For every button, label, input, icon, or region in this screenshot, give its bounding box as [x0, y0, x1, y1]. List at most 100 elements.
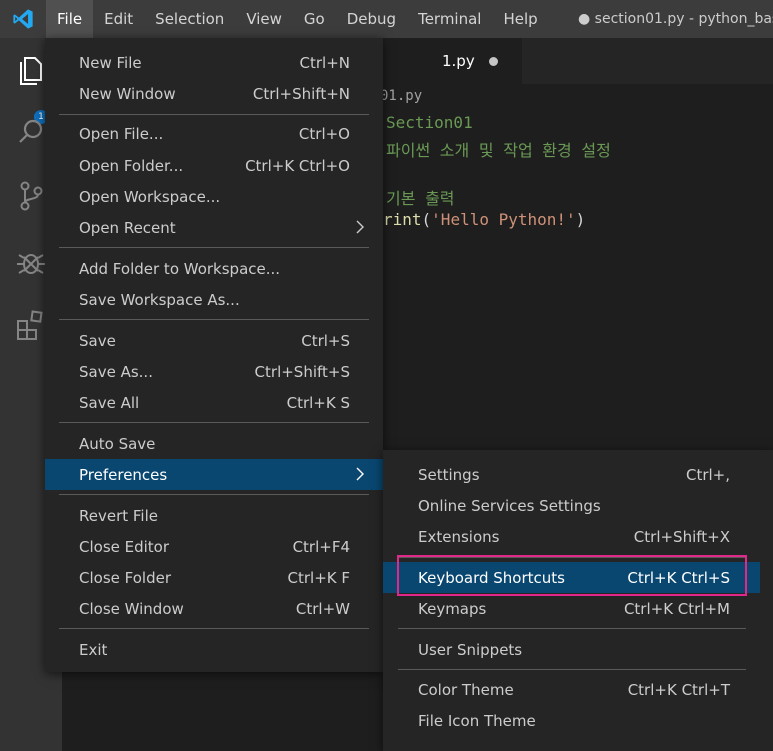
- menu-separator: [59, 319, 369, 320]
- title-bar: File Edit Selection View Go Debug Termin…: [0, 0, 773, 38]
- menu-label: Open Folder...: [79, 156, 184, 175]
- menu-shortcut: Ctrl+O: [298, 124, 350, 143]
- menu-open-workspace[interactable]: Open Workspace...: [45, 181, 383, 212]
- menu-view[interactable]: View: [235, 0, 293, 38]
- menu-preferences[interactable]: Preferences: [45, 459, 383, 490]
- menu-help[interactable]: Help: [492, 0, 548, 38]
- menu-edit[interactable]: Edit: [93, 0, 144, 38]
- menu-label: Online Services Settings: [418, 496, 601, 515]
- menu-shortcut: Ctrl+Shift+X: [633, 527, 730, 546]
- menu-separator: [59, 422, 369, 423]
- tab-label: 1.py: [442, 52, 475, 70]
- menu-label: Keymaps: [418, 599, 487, 618]
- menu-selection[interactable]: Selection: [144, 0, 235, 38]
- menu-shortcut: Ctrl+F4: [292, 537, 350, 556]
- chevron-right-icon: [356, 467, 364, 481]
- menu-shortcut: Ctrl+K Ctrl+O: [245, 156, 350, 175]
- breadcrumb[interactable]: 01.py: [380, 88, 422, 104]
- menu-separator: [398, 669, 746, 670]
- menu-shortcut: Ctrl+Shift+S: [254, 362, 350, 381]
- code-string: 'Hello Python!': [431, 210, 576, 229]
- menu-separator: [59, 628, 369, 629]
- menu-label: Keyboard Shortcuts: [418, 568, 565, 587]
- menu-keyboard-shortcuts[interactable]: Keyboard Shortcuts Ctrl+K Ctrl+S: [383, 562, 760, 593]
- menu-terminal[interactable]: Terminal: [407, 0, 492, 38]
- menu-shortcut: Ctrl+K S: [286, 393, 350, 412]
- menu-open-recent[interactable]: Open Recent: [45, 212, 383, 243]
- menu-shortcut: Ctrl+K F: [287, 568, 351, 587]
- menu-close-folder[interactable]: Close Folder Ctrl+K F: [45, 562, 383, 593]
- menu-close-window[interactable]: Close Window Ctrl+W: [45, 593, 383, 624]
- menu-file[interactable]: File: [46, 0, 94, 38]
- chevron-right-icon: [356, 220, 364, 234]
- menu-label: Save: [79, 331, 116, 350]
- menu-go[interactable]: Go: [293, 0, 336, 38]
- menu-label: New Window: [79, 84, 176, 103]
- menu-label: Save All: [79, 393, 140, 412]
- menu-shortcut: Ctrl+S: [301, 331, 350, 350]
- tab-section01[interactable]: 1.py: [382, 38, 522, 84]
- menu-keymaps[interactable]: Keymaps Ctrl+K Ctrl+M: [383, 593, 760, 624]
- menu-new-window[interactable]: New Window Ctrl+Shift+N: [45, 78, 383, 109]
- source-control-icon[interactable]: [13, 178, 49, 214]
- code-function: rint: [383, 210, 422, 229]
- menu-separator: [59, 494, 369, 495]
- window-title: ● section01.py - python_basi: [578, 11, 773, 27]
- menu-shortcut: Ctrl+K Ctrl+T: [627, 680, 730, 699]
- menu-label: User Snippets: [418, 640, 523, 659]
- menu-label: New File: [79, 53, 142, 72]
- menu-close-editor[interactable]: Close Editor Ctrl+F4: [45, 531, 383, 562]
- menu-label: Exit: [79, 640, 108, 659]
- unsaved-dot-icon[interactable]: [488, 56, 498, 66]
- menu-label: Color Theme: [418, 680, 514, 699]
- menu-label: Settings: [418, 465, 480, 484]
- menu-online-services-settings[interactable]: Online Services Settings: [383, 490, 760, 521]
- menu-label: Save As...: [79, 362, 153, 381]
- file-menu: New File Ctrl+N New Window Ctrl+Shift+N …: [45, 38, 383, 672]
- menu-shortcut: Ctrl+K Ctrl+S: [627, 568, 730, 587]
- menu-shortcut: Ctrl+K Ctrl+M: [623, 599, 730, 618]
- menu-separator: [398, 628, 746, 629]
- code-paren-close: ): [575, 210, 586, 229]
- menu-label: Close Folder: [79, 568, 171, 587]
- menu-file-icon-theme[interactable]: File Icon Theme: [383, 705, 760, 736]
- menu-auto-save[interactable]: Auto Save: [45, 428, 383, 459]
- menu-label: Add Folder to Workspace...: [79, 259, 281, 278]
- menu-debug[interactable]: Debug: [336, 0, 407, 38]
- preferences-submenu: Settings Ctrl+, Online Services Settings…: [383, 450, 773, 751]
- menu-label: Auto Save: [79, 434, 156, 453]
- menu-open-folder[interactable]: Open Folder... Ctrl+K Ctrl+O: [45, 150, 383, 181]
- menu-label: Close Window: [79, 599, 184, 618]
- menu-extensions[interactable]: Extensions Ctrl+Shift+X: [383, 521, 760, 552]
- debug-icon[interactable]: [13, 244, 49, 280]
- menu-label: Open Workspace...: [79, 187, 221, 206]
- search-icon[interactable]: [13, 114, 49, 150]
- code-paren-open: (: [421, 210, 432, 229]
- menu-separator: [398, 557, 746, 558]
- menu-shortcut: Ctrl+,: [685, 465, 730, 484]
- menu-separator: [59, 114, 369, 115]
- code-line-4: rint('Hello Python!'): [383, 210, 585, 229]
- menu-label: Preferences: [79, 465, 168, 484]
- code-line-3: 기본 출력: [386, 189, 455, 208]
- extensions-icon[interactable]: [13, 308, 49, 344]
- menu-save[interactable]: Save Ctrl+S: [45, 325, 383, 356]
- menu-exit[interactable]: Exit: [45, 634, 383, 665]
- menu-revert-file[interactable]: Revert File: [45, 500, 383, 531]
- menu-color-theme[interactable]: Color Theme Ctrl+K Ctrl+T: [383, 674, 760, 705]
- menu-shortcut: Ctrl+N: [299, 53, 350, 72]
- menu-user-snippets[interactable]: User Snippets: [383, 634, 760, 665]
- menu-save-workspace[interactable]: Save Workspace As...: [45, 284, 383, 315]
- files-icon[interactable]: [13, 52, 49, 88]
- menu-new-file[interactable]: New File Ctrl+N: [45, 47, 383, 78]
- menu-save-as[interactable]: Save As... Ctrl+Shift+S: [45, 356, 383, 387]
- menu-open-file[interactable]: Open File... Ctrl+O: [45, 118, 383, 149]
- menu-save-all[interactable]: Save All Ctrl+K S: [45, 387, 383, 418]
- menu-label: Open File...: [79, 124, 164, 143]
- menu-shortcut: Ctrl+Shift+N: [252, 84, 350, 103]
- menu-label: Save Workspace As...: [79, 290, 240, 309]
- menu-settings[interactable]: Settings Ctrl+,: [383, 459, 760, 490]
- menu-separator: [59, 247, 369, 248]
- vscode-logo-icon[interactable]: [0, 0, 46, 38]
- menu-add-folder[interactable]: Add Folder to Workspace...: [45, 253, 383, 284]
